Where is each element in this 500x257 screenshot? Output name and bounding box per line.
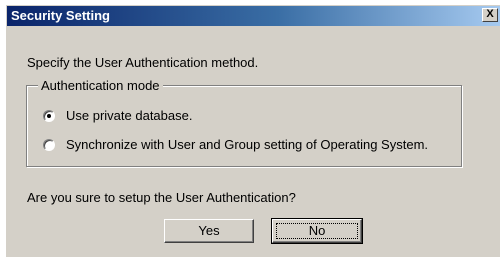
radio-option-synchronize-os[interactable]: Synchronize with User and Group setting … [43,137,428,152]
radio-checked-icon[interactable] [43,109,55,122]
radio-label-private-database: Use private database. [66,108,193,123]
yes-button[interactable]: Yes [164,219,254,243]
authentication-mode-legend: Authentication mode [38,78,163,93]
confirmation-question: Are you sure to setup the User Authentic… [27,190,296,205]
yes-button-label: Yes [198,223,220,238]
radio-option-private-database[interactable]: Use private database. [43,108,192,123]
window-title: Security Setting [11,8,110,23]
title-bar[interactable]: Security Setting X [7,6,500,26]
focus-rectangle [276,223,358,239]
close-icon: X [486,8,494,20]
radio-unchecked-icon[interactable] [43,138,55,151]
radio-label-synchronize-os: Synchronize with User and Group setting … [66,137,429,152]
no-button[interactable]: No [271,218,363,244]
authentication-mode-group [26,85,462,167]
instruction-text: Specify the User Authentication method. [27,55,259,70]
close-button[interactable]: X [482,8,498,22]
security-setting-dialog: Security Setting X Specify the User Auth… [5,4,500,257]
